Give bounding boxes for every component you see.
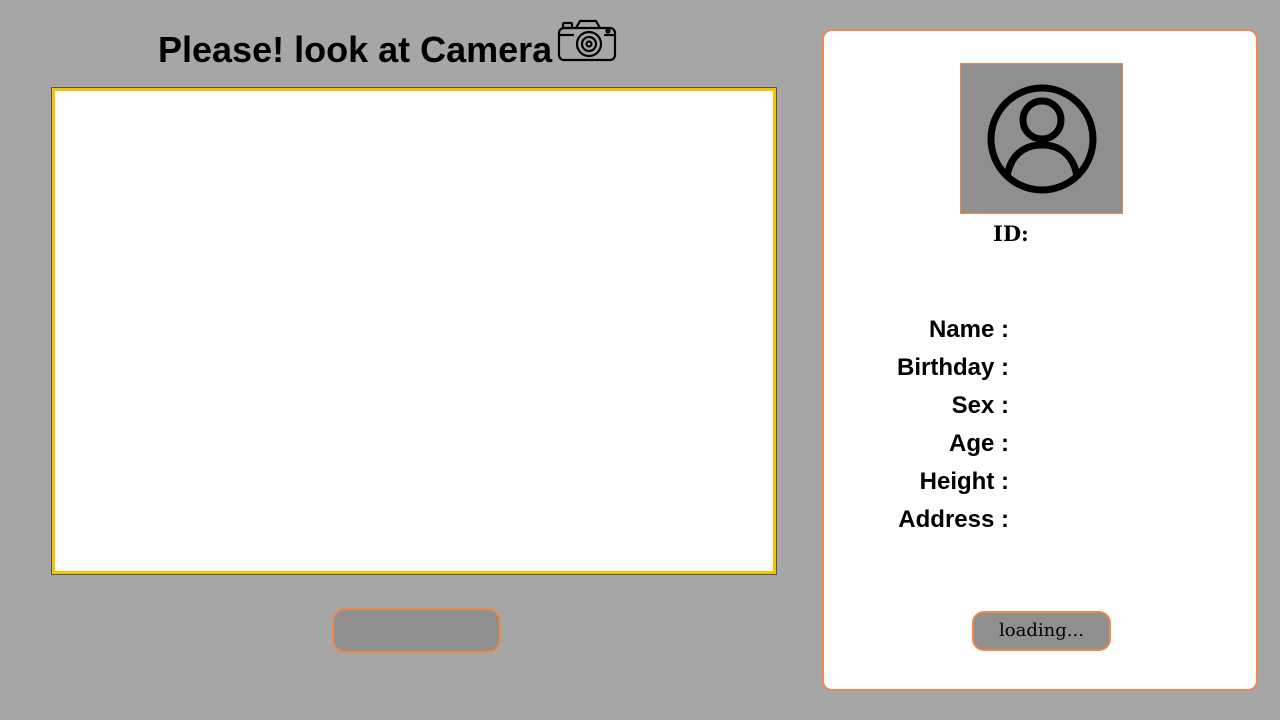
sex-label: Sex : [951,392,1009,419]
birthday-label: Birthday : [896,354,1009,381]
page-title: Please! look at Camera [158,29,553,70]
name-label: Name : [928,316,1009,343]
camera-feed [55,91,773,571]
avatar [960,63,1123,214]
camera-icon [556,18,618,64]
age-label: Age : [949,430,1009,457]
profile-card: ID: Name : Birthday : Sex : Age : Height… [822,29,1258,691]
capture-button[interactable] [332,608,501,653]
height-label: Height : [919,468,1009,495]
id-label: ID: [993,221,1029,246]
loading-status-button[interactable]: loading... [972,611,1111,651]
address-label: Address : [898,506,1009,533]
user-avatar-icon [987,84,1097,194]
camera-feed-frame [51,87,777,575]
